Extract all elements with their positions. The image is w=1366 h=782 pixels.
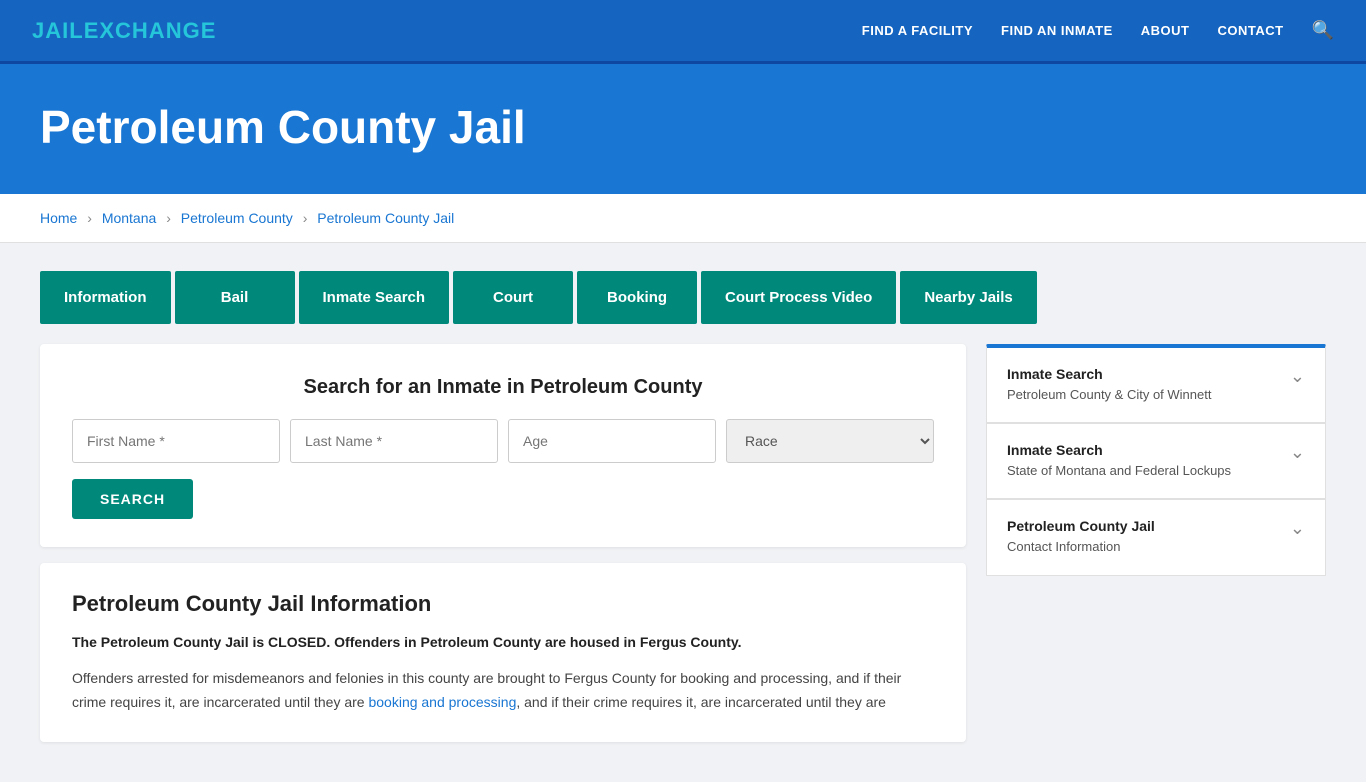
nav-item-find-facility[interactable]: FIND A FACILITY (862, 22, 973, 40)
search-title: Search for an Inmate in Petroleum County (72, 376, 934, 399)
search-button[interactable]: SEARCH (72, 479, 193, 519)
sidebar-card-2: Inmate Search State of Montana and Feder… (986, 424, 1326, 499)
sidebar-card-1: Inmate Search Petroleum County & City of… (986, 344, 1326, 423)
hero-section: Petroleum County Jail (0, 64, 1366, 194)
sidebar-card-3-inner[interactable]: Petroleum County Jail Contact Informatio… (987, 500, 1325, 574)
tab-booking[interactable]: Booking (577, 271, 697, 324)
age-input[interactable] (508, 419, 716, 463)
sidebar-card-1-title: Inmate Search (1007, 366, 1211, 382)
breadcrumb: Home › Montana › Petroleum County › Petr… (0, 194, 1366, 243)
sidebar-card-3-subtitle: Contact Information (1007, 538, 1155, 556)
tab-court-process-video[interactable]: Court Process Video (701, 271, 896, 324)
search-icon[interactable]: 🔍 (1312, 20, 1334, 41)
info-box: Petroleum County Jail Information The Pe… (40, 563, 966, 742)
info-title: Petroleum County Jail Information (72, 591, 934, 617)
first-name-input[interactable] (72, 419, 280, 463)
chevron-down-icon-2: ⌄ (1290, 442, 1305, 463)
sidebar-card-2-title: Inmate Search (1007, 442, 1231, 458)
info-highlight: The Petroleum County Jail is CLOSED. Off… (72, 631, 934, 655)
nav-item-contact[interactable]: CONTACT (1217, 22, 1283, 40)
tab-information[interactable]: Information (40, 271, 171, 324)
sidebar-card-1-inner[interactable]: Inmate Search Petroleum County & City of… (987, 348, 1325, 422)
nav-item-find-inmate[interactable]: FIND AN INMATE (1001, 22, 1113, 40)
content-left: Search for an Inmate in Petroleum County… (40, 344, 966, 742)
chevron-down-icon-3: ⌄ (1290, 518, 1305, 539)
main-wrapper: Search for an Inmate in Petroleum County… (0, 324, 1366, 782)
sidebar-card-2-subtitle: State of Montana and Federal Lockups (1007, 462, 1231, 480)
breadcrumb-sep-2: › (166, 210, 171, 226)
race-select[interactable]: Race White Black Hispanic Asian Other (726, 419, 934, 463)
breadcrumb-current[interactable]: Petroleum County Jail (317, 210, 454, 226)
inmate-search-box: Search for an Inmate in Petroleum County… (40, 344, 966, 547)
sidebar-card-1-subtitle: Petroleum County & City of Winnett (1007, 386, 1211, 404)
logo-part1: JAIL (32, 18, 84, 43)
sidebar-card-1-text: Inmate Search Petroleum County & City of… (1007, 366, 1211, 404)
tab-bail[interactable]: Bail (175, 271, 295, 324)
sidebar-card-3-title: Petroleum County Jail (1007, 518, 1155, 534)
tab-court[interactable]: Court (453, 271, 573, 324)
logo[interactable]: JAILEXCHANGE (32, 18, 216, 44)
breadcrumb-home[interactable]: Home (40, 210, 77, 226)
last-name-input[interactable] (290, 419, 498, 463)
navbar: JAILEXCHANGE FIND A FACILITY FIND AN INM… (0, 0, 1366, 64)
breadcrumb-petroleum-county[interactable]: Petroleum County (181, 210, 293, 226)
logo-highlight: EXCHANGE (84, 18, 217, 43)
page-title: Petroleum County Jail (40, 100, 1326, 154)
sidebar-card-3: Petroleum County Jail Contact Informatio… (986, 500, 1326, 575)
tab-nearby-jails[interactable]: Nearby Jails (900, 271, 1036, 324)
chevron-down-icon: ⌄ (1290, 366, 1305, 387)
sidebar-card-3-text: Petroleum County Jail Contact Informatio… (1007, 518, 1155, 556)
tab-inmate-search[interactable]: Inmate Search (299, 271, 450, 324)
sidebar-card-2-text: Inmate Search State of Montana and Feder… (1007, 442, 1231, 480)
nav-links: FIND A FACILITY FIND AN INMATE ABOUT CON… (862, 20, 1334, 41)
breadcrumb-sep-3: › (303, 210, 308, 226)
search-fields: Race White Black Hispanic Asian Other (72, 419, 934, 463)
sidebar-right: Inmate Search Petroleum County & City of… (986, 344, 1326, 742)
info-body: Offenders arrested for misdemeanors and … (72, 667, 934, 715)
tabs-bar: Information Bail Inmate Search Court Boo… (0, 243, 1366, 324)
breadcrumb-montana[interactable]: Montana (102, 210, 156, 226)
breadcrumb-sep-1: › (87, 210, 92, 226)
nav-item-about[interactable]: ABOUT (1141, 22, 1190, 40)
booking-link[interactable]: booking and processing (368, 694, 516, 710)
sidebar-card-2-inner[interactable]: Inmate Search State of Montana and Feder… (987, 424, 1325, 498)
